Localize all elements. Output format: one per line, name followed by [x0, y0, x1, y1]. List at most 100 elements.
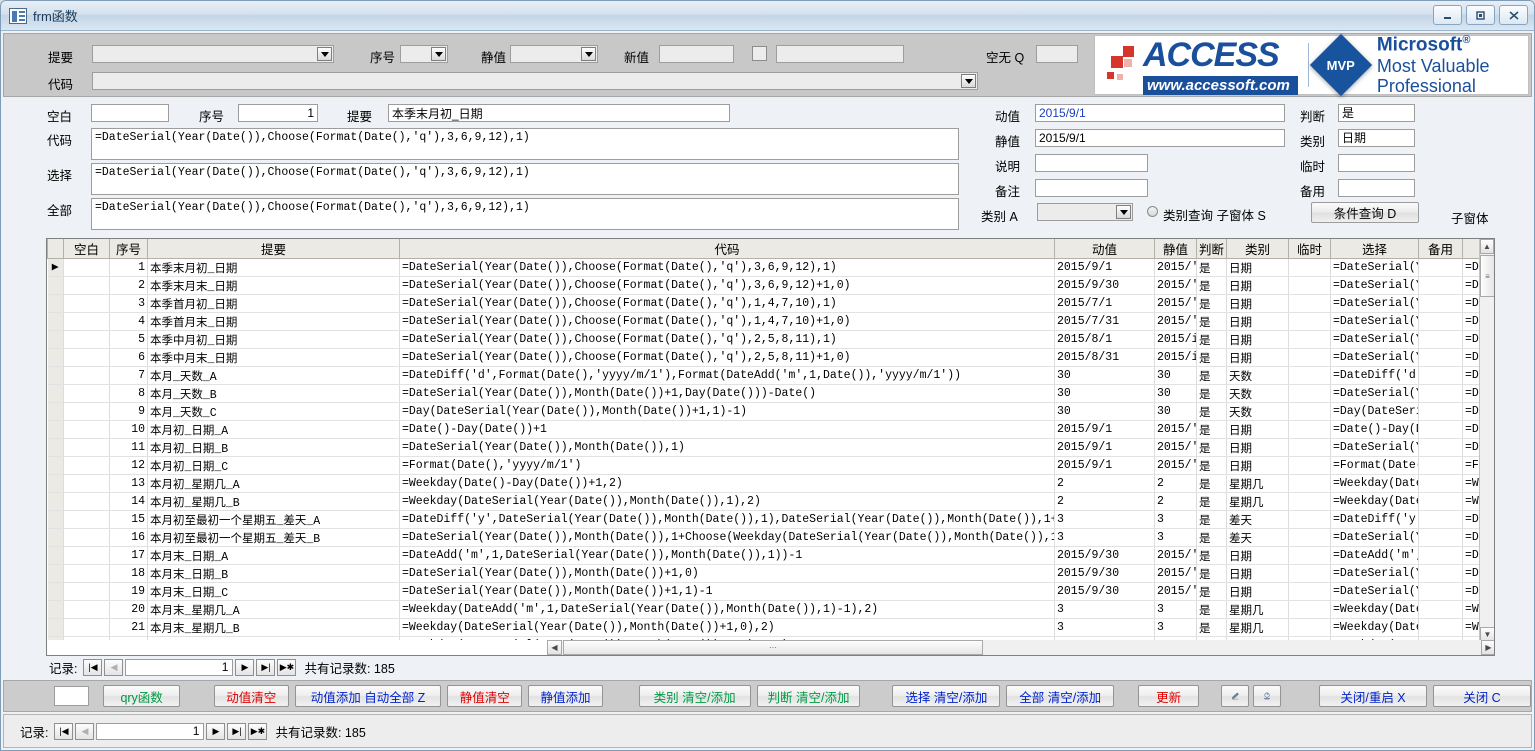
cell-dyn[interactable]: 2 — [1054, 492, 1155, 511]
all-textarea[interactable]: =DateSerial(Year(Date()),Choose(Format(D… — [91, 198, 959, 230]
cell-spare[interactable] — [1418, 582, 1463, 601]
cell-all[interactable]: =DateSerial — [1462, 564, 1479, 583]
cell-select[interactable]: =DateSerial(Yea — [1330, 438, 1419, 457]
cell-tmp[interactable] — [1288, 564, 1331, 583]
cell-summary[interactable]: 本季首月末_日期 — [147, 312, 400, 331]
cell-sta[interactable]: 3 — [1154, 600, 1197, 619]
column-header-5[interactable]: 动值 — [1054, 239, 1155, 259]
cell-cat[interactable]: 日期 — [1226, 330, 1289, 349]
row-selector[interactable] — [47, 366, 64, 385]
form-prev-record-button[interactable]: ◀ — [75, 722, 95, 740]
cell-cat[interactable]: 差天 — [1226, 510, 1289, 529]
cell-summary[interactable]: 本月初_星期几_B — [147, 492, 400, 511]
table-row[interactable]: 10 本月初_日期_A =Date()-Day(Date())+1 2015/9/1 2… — [47, 420, 1479, 439]
cell-summary[interactable]: 本月初至最初一个星期五_差天_A — [147, 510, 400, 529]
row-selector[interactable] — [47, 564, 64, 583]
cell-tmp[interactable] — [1288, 276, 1331, 295]
row-selector[interactable] — [47, 618, 64, 637]
cell-select[interactable]: =DateSerial(Yea — [1330, 294, 1419, 313]
cell-tmp[interactable] — [1288, 582, 1331, 601]
cell-cat[interactable]: 日期 — [1226, 546, 1289, 565]
cell-tmp[interactable] — [1288, 474, 1331, 493]
stamp-icon-button[interactable] — [1253, 685, 1282, 707]
cell-summary[interactable]: 本季中月初_日期 — [147, 330, 400, 349]
cell-seq[interactable]: 5 — [109, 330, 148, 349]
category-clear-add-button[interactable]: 类别 清空/添加 — [638, 685, 751, 707]
cell-seq[interactable]: 2 — [109, 276, 148, 295]
cell-spare[interactable] — [1418, 294, 1463, 313]
cell-judge[interactable]: 是 — [1196, 510, 1227, 529]
cell-spare[interactable] — [1418, 564, 1463, 583]
row-selector[interactable] — [47, 636, 64, 640]
cell-tmp[interactable] — [1288, 546, 1331, 565]
cell-summary[interactable]: 本月初_星期几_A — [147, 474, 400, 493]
dynamic-input[interactable]: 2015/9/1 — [1035, 104, 1285, 122]
table-row[interactable]: 12 本月初_日期_C =Format(Date(),'yyyy/m/1') 2015… — [47, 456, 1479, 475]
dynamic-clear-button[interactable]: 动值清空 — [213, 685, 289, 707]
cell-sta[interactable]: 3 — [1154, 528, 1197, 547]
cell-sta[interactable]: 2 — [1154, 474, 1197, 493]
sheet-first-record-button[interactable]: |◀ — [83, 659, 103, 676]
header-static-combo[interactable] — [510, 45, 598, 63]
cell-dyn[interactable]: 30 — [1054, 366, 1155, 385]
cell-seq[interactable]: 4 — [109, 312, 148, 331]
cell-summary[interactable]: 本季末月初_日期 — [147, 258, 400, 277]
cell-seq[interactable]: 17 — [109, 546, 148, 565]
judge-input[interactable]: 是 — [1338, 104, 1415, 122]
row-selector[interactable] — [47, 582, 64, 601]
cell-summary[interactable]: 本季中月末_日期 — [147, 348, 400, 367]
cell-judge[interactable]: 是 — [1196, 492, 1227, 511]
cell-all[interactable]: =DateDiff(' — [1462, 366, 1479, 385]
cell-dyn[interactable]: 3 — [1054, 618, 1155, 637]
cell-summary[interactable]: 本月初至最初一个星期五_差天_B — [147, 528, 400, 547]
cell-cat[interactable]: 日期 — [1226, 276, 1289, 295]
cell-code[interactable]: =Day(DateSerial(Year(Date()),Month(Date(… — [399, 402, 1055, 421]
cell-seq[interactable]: 20 — [109, 600, 148, 619]
vertical-scroll-thumb[interactable]: ≡ — [1480, 255, 1494, 297]
cell-blank[interactable] — [63, 618, 110, 637]
row-selector[interactable] — [47, 528, 64, 547]
cell-dyn[interactable]: 3 — [1054, 600, 1155, 619]
cell-dyn[interactable]: 2 — [1054, 474, 1155, 493]
table-row[interactable]: 17 本月末_日期_A =DateAdd('m',1,DateSerial(Year… — [47, 546, 1479, 565]
cell-summary[interactable]: 本季首月初_日期 — [147, 294, 400, 313]
row-selector[interactable] — [47, 474, 64, 493]
cell-dyn[interactable]: 2015/9/1 — [1054, 438, 1155, 457]
cell-all[interactable]: =DateSerial — [1462, 348, 1479, 367]
cell-spare[interactable] — [1418, 312, 1463, 331]
cell-seq[interactable]: 11 — [109, 438, 148, 457]
temp-input[interactable] — [1338, 154, 1415, 172]
cell-dyn[interactable]: 2015/8/31 — [1054, 348, 1155, 367]
cell-code[interactable]: =DateSerial(Year(Date()),Month(Date())+1… — [399, 564, 1055, 583]
category-a-combo[interactable] — [1037, 203, 1133, 221]
cell-seq[interactable]: 8 — [109, 384, 148, 403]
cell-cat[interactable]: 天数 — [1226, 366, 1289, 385]
cell-cat[interactable]: 日期 — [1226, 420, 1289, 439]
cell-all[interactable]: =DateSerial — [1462, 582, 1479, 601]
cell-cat[interactable]: 星期几 — [1226, 474, 1289, 493]
column-header-6[interactable]: 静值 — [1154, 239, 1197, 259]
header-checkbox[interactable] — [752, 46, 767, 61]
cell-all[interactable]: =DateDiff('y — [1462, 510, 1479, 529]
static-add-button[interactable]: 静值添加 — [528, 685, 603, 707]
form-first-record-button[interactable]: |◀ — [54, 722, 74, 740]
cell-blank[interactable] — [63, 600, 110, 619]
cell-blank[interactable] — [63, 510, 110, 529]
sheet-prev-record-button[interactable]: ◀ — [104, 659, 124, 676]
cell-dyn[interactable]: 2015/9/1 — [1054, 456, 1155, 475]
cell-cat[interactable]: 日期 — [1226, 564, 1289, 583]
cell-blank[interactable] — [63, 366, 110, 385]
cell-sta[interactable]: 2 — [1154, 492, 1197, 511]
cell-judge[interactable]: 是 — [1196, 348, 1227, 367]
form-last-record-button[interactable]: ▶| — [227, 722, 247, 740]
cell-sta[interactable]: 2015/' — [1154, 456, 1197, 475]
cell-summary[interactable]: 本月初_日期_B — [147, 438, 400, 457]
cell-spare[interactable] — [1418, 510, 1463, 529]
cell-summary[interactable]: 本月_天数_A — [147, 366, 400, 385]
cell-select[interactable]: =DateSerial(Yea — [1330, 348, 1419, 367]
table-row[interactable]: 8 本月_天数_B =DateSerial(Year(Date()),Month(D… — [47, 384, 1479, 403]
cell-dyn[interactable]: 2015/7/31 — [1054, 312, 1155, 331]
cell-sta[interactable]: 2015/i — [1154, 348, 1197, 367]
cell-blank[interactable] — [63, 564, 110, 583]
cell-blank[interactable] — [63, 438, 110, 457]
